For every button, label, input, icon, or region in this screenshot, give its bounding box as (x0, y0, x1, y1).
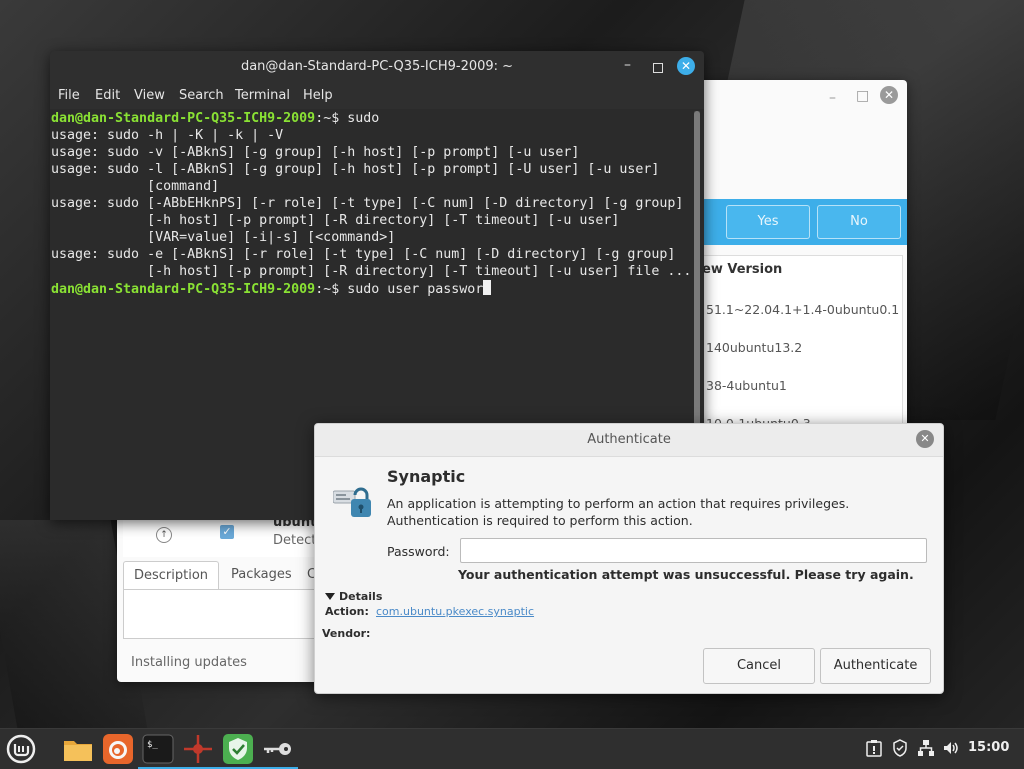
firefox-icon[interactable] (102, 733, 134, 765)
tab-description[interactable]: Description (123, 561, 220, 590)
error-message: Your authentication attempt was unsucces… (458, 567, 914, 582)
authenticate-button[interactable]: Authenticate (820, 648, 931, 684)
menu-icon[interactable] (5, 733, 37, 765)
password-label: Password: (387, 544, 450, 559)
text-cursor (483, 280, 492, 295)
terminal-line: dan@dan-Standard-PC-Q35-ICH9-2009:~$ sud… (51, 280, 492, 297)
terminal-menubar: File Edit View Search Terminal Help (50, 83, 704, 109)
terminal-line: dan@dan-Standard-PC-Q35-ICH9-2009:~$ sud… (51, 110, 379, 127)
table-cell-version: 140ubuntu13.2 (706, 340, 803, 355)
terminal-output-line: usage: sudo -l [-ABknS] [-g group] [-h h… (51, 162, 660, 177)
prompt-suffix: :~$ (315, 111, 348, 126)
close-icon[interactable]: ✕ (677, 57, 695, 75)
terminal-output-line: usage: sudo -v [-ABknS] [-g group] [-h h… (51, 145, 580, 160)
volume-icon[interactable] (942, 739, 960, 761)
dialog-heading: Synaptic (387, 467, 466, 486)
synaptic-icon[interactable] (178, 733, 218, 769)
menu-edit[interactable]: Edit (95, 88, 120, 103)
close-icon[interactable]: ✕ (916, 430, 934, 448)
terminal-output-line: usage: sudo -h | -K | -k | -V (51, 128, 284, 143)
upgrade-arrow-icon: ↑ (156, 527, 172, 543)
maximize-icon[interactable] (653, 63, 663, 73)
taskbar: $_ 15:00 (0, 728, 1024, 769)
command-text: sudo user passwor (347, 282, 484, 297)
authenticate-dialog: Authenticate ✕ Synaptic An application i… (314, 423, 944, 694)
shell-prompt: dan@dan-Standard-PC-Q35-ICH9-2009 (51, 282, 316, 297)
menu-search[interactable]: Search (179, 88, 224, 103)
menu-terminal[interactable]: Terminal (235, 88, 290, 103)
terminal-output-line: usage: sudo [-ABbEHknPS] [-r role] [-t t… (51, 196, 684, 211)
minimize-icon[interactable]: – (624, 57, 631, 73)
shield-tray-icon[interactable] (892, 739, 908, 761)
terminal-output-line: [VAR=value] [-i|-s] [<command>] (51, 230, 396, 245)
terminal-output-line: [-h host] [-p prompt] [-R directory] [-T… (51, 264, 692, 279)
maximize-icon[interactable]: □ (856, 88, 869, 104)
update-checkbox[interactable]: ✓ (220, 525, 234, 539)
network-icon[interactable] (917, 739, 935, 761)
table-cell-version: 38-4ubuntu1 (706, 378, 787, 393)
column-header-new-version[interactable]: ew Version (702, 262, 782, 277)
dialog-message: An application is attempting to perform … (387, 496, 850, 528)
menu-view[interactable]: View (134, 88, 165, 103)
window-title: dan@dan-Standard-PC-Q35-ICH9-2009: ~ (240, 59, 514, 74)
dialog-titlebar[interactable]: Authenticate ✕ (315, 424, 943, 457)
shield-icon[interactable] (218, 733, 258, 769)
cancel-button[interactable]: Cancel (703, 648, 815, 684)
svg-text:$_: $_ (147, 740, 158, 750)
password-field[interactable] (460, 538, 927, 563)
menu-help[interactable]: Help (303, 88, 333, 103)
action-label: Action: (325, 605, 369, 618)
scrollbar-thumb[interactable] (694, 111, 700, 467)
key-icon[interactable] (258, 733, 298, 769)
prompt-suffix: :~$ (315, 282, 348, 297)
terminal-output-line: usage: sudo -e [-ABknS] [-r role] [-t ty… (51, 247, 676, 262)
menu-file[interactable]: File (58, 88, 80, 103)
details-label: Details (339, 590, 383, 603)
no-button[interactable]: No (817, 205, 901, 239)
terminal-output-line: [-h host] [-p prompt] [-R directory] [-T… (51, 213, 620, 228)
update-notification-icon[interactable] (866, 739, 882, 761)
terminal-titlebar[interactable]: dan@dan-Standard-PC-Q35-ICH9-2009: ~ – ✕ (50, 51, 704, 83)
table-cell-version: 51.1~22.04.1+1.4-0ubuntu0.1 (706, 302, 900, 317)
package-description: Detect (273, 533, 317, 548)
lock-icon (332, 479, 377, 523)
shell-prompt: dan@dan-Standard-PC-Q35-ICH9-2009 (51, 111, 316, 126)
expander-triangle-icon (325, 593, 335, 600)
minimize-icon[interactable]: – (829, 90, 836, 106)
yes-button[interactable]: Yes (726, 205, 810, 239)
details-expander[interactable]: Details (325, 590, 382, 603)
vendor-label: Vendor: (322, 627, 371, 640)
tab-packages[interactable]: Packages (221, 561, 302, 589)
dialog-title: Authenticate (587, 432, 671, 447)
terminal-icon[interactable]: $_ (138, 733, 178, 769)
status-text: Installing updates (131, 655, 247, 670)
command-text: sudo (347, 111, 380, 126)
close-icon[interactable]: ✕ (880, 86, 898, 104)
terminal-output-line: [command] (51, 179, 220, 194)
files-icon[interactable] (62, 733, 94, 765)
action-link[interactable]: com.ubuntu.pkexec.synaptic (376, 605, 534, 618)
clock[interactable]: 15:00 (968, 740, 1009, 755)
